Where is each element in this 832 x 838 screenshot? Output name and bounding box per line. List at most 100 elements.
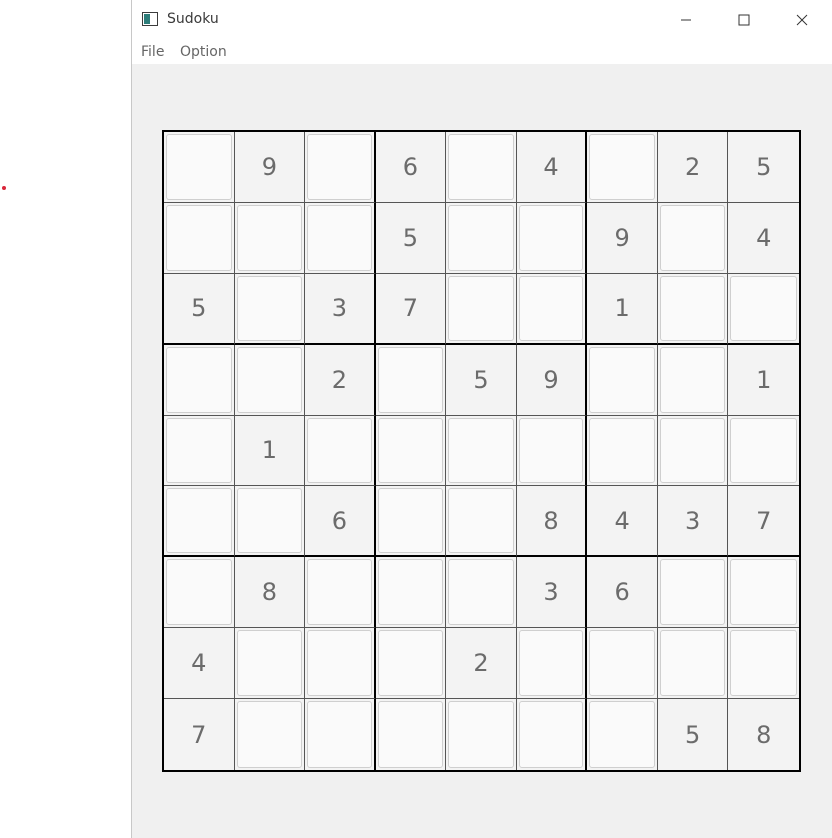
sudoku-cell[interactable] xyxy=(587,415,658,487)
sudoku-cell[interactable] xyxy=(164,486,235,558)
sudoku-cell[interactable] xyxy=(516,202,588,274)
sudoku-cell[interactable]: 5 xyxy=(164,273,235,345)
sudoku-cell[interactable] xyxy=(657,344,729,416)
sudoku-cell[interactable] xyxy=(234,344,306,416)
sudoku-cell[interactable] xyxy=(375,486,447,558)
desktop: Sudoku File Option 964255 9 4 5 3 7 1 2 … xyxy=(0,0,832,838)
sudoku-cell[interactable]: 9 xyxy=(587,202,658,274)
sudoku-cell[interactable] xyxy=(728,273,799,345)
minimize-button[interactable] xyxy=(663,0,709,40)
sudoku-cell[interactable]: 9 xyxy=(234,132,306,203)
sudoku-cell[interactable] xyxy=(305,202,376,274)
sudoku-cell[interactable]: 8 xyxy=(516,486,588,558)
sudoku-cell[interactable] xyxy=(587,699,658,770)
sudoku-cell[interactable]: 5 xyxy=(446,344,517,416)
sudoku-cell[interactable]: 1 xyxy=(587,273,658,345)
sudoku-cell[interactable]: 2 xyxy=(446,628,517,700)
sudoku-cell[interactable]: 1 xyxy=(234,415,306,487)
cell-value: 5 xyxy=(685,720,701,749)
sudoku-cell[interactable]: 1 xyxy=(728,344,799,416)
sudoku-cell[interactable] xyxy=(375,628,447,700)
sudoku-cell[interactable]: 9 xyxy=(516,344,588,416)
sudoku-cell[interactable]: 4 xyxy=(587,486,658,558)
sudoku-cell[interactable] xyxy=(446,486,517,558)
menu-file[interactable]: File xyxy=(141,44,164,60)
sudoku-cell[interactable] xyxy=(657,628,729,700)
sudoku-cell[interactable]: 6 xyxy=(305,486,376,558)
cell-value: 3 xyxy=(331,294,348,323)
sudoku-cell[interactable] xyxy=(234,699,306,770)
sudoku-cell[interactable] xyxy=(305,415,376,487)
sudoku-cell[interactable] xyxy=(375,557,447,629)
sudoku-cell[interactable]: 3 xyxy=(657,486,729,558)
sudoku-cell[interactable] xyxy=(587,628,658,700)
sudoku-cell[interactable] xyxy=(375,344,447,416)
sudoku-cell[interactable] xyxy=(234,273,306,345)
sudoku-cell[interactable]: 4 xyxy=(728,202,799,274)
sudoku-cell[interactable] xyxy=(728,415,799,487)
sudoku-cell[interactable]: 8 xyxy=(234,557,306,629)
sudoku-cell[interactable]: 3 xyxy=(516,557,588,629)
sudoku-cell[interactable] xyxy=(234,628,306,700)
sudoku-cell[interactable] xyxy=(164,202,235,274)
sudoku-cell[interactable] xyxy=(164,557,235,629)
sudoku-cell[interactable] xyxy=(305,699,376,770)
sudoku-cell[interactable] xyxy=(234,202,306,274)
sudoku-cell[interactable]: 6 xyxy=(375,132,447,203)
title-bar[interactable]: Sudoku xyxy=(132,0,832,40)
window-title: Sudoku xyxy=(167,11,219,27)
cell-value: 4 xyxy=(191,649,207,678)
cell-value: 6 xyxy=(402,152,419,181)
sudoku-cell[interactable] xyxy=(446,273,517,345)
sudoku-cell[interactable]: 2 xyxy=(305,344,376,416)
sudoku-cell[interactable] xyxy=(516,415,588,487)
sudoku-cell[interactable]: 2 xyxy=(657,132,729,203)
sudoku-cell[interactable] xyxy=(657,273,729,345)
sudoku-cell[interactable]: 3 xyxy=(305,273,376,345)
cell-value: 1 xyxy=(756,365,772,394)
sudoku-cell[interactable] xyxy=(164,344,235,416)
sudoku-cell[interactable]: 8 xyxy=(728,699,799,770)
sudoku-cell[interactable]: 5 xyxy=(657,699,729,770)
sudoku-cell[interactable]: 7 xyxy=(375,273,447,345)
sudoku-cell[interactable] xyxy=(305,132,376,203)
sudoku-cell[interactable] xyxy=(587,344,658,416)
sudoku-cell[interactable] xyxy=(657,415,729,487)
sudoku-cell[interactable] xyxy=(657,202,729,274)
close-button[interactable] xyxy=(779,0,825,40)
sudoku-cell[interactable]: 4 xyxy=(164,628,235,700)
sudoku-cell[interactable] xyxy=(446,415,517,487)
sudoku-cell[interactable] xyxy=(446,202,517,274)
cell-value: 2 xyxy=(473,649,489,678)
sudoku-cell[interactable]: 5 xyxy=(375,202,447,274)
menu-option[interactable]: Option xyxy=(180,44,227,60)
sudoku-cell[interactable]: 7 xyxy=(728,486,799,558)
sudoku-cell[interactable] xyxy=(446,699,517,770)
sudoku-cell[interactable] xyxy=(164,415,235,487)
sudoku-cell[interactable] xyxy=(305,628,376,700)
sudoku-cell[interactable] xyxy=(446,557,517,629)
sudoku-cell[interactable]: 4 xyxy=(516,132,588,203)
sudoku-cell[interactable]: 7 xyxy=(164,699,235,770)
sudoku-cell[interactable] xyxy=(516,273,588,345)
sudoku-cell[interactable] xyxy=(234,486,306,558)
minimize-icon xyxy=(681,19,691,21)
sudoku-cell[interactable] xyxy=(728,557,799,629)
sudoku-cell[interactable] xyxy=(516,699,588,770)
cell-value: 8 xyxy=(543,506,559,535)
sudoku-cell[interactable]: 5 xyxy=(728,132,799,203)
sudoku-cell[interactable] xyxy=(375,699,447,770)
sudoku-cell[interactable] xyxy=(164,132,235,203)
cell-value: 5 xyxy=(756,152,772,181)
maximize-button[interactable] xyxy=(721,0,767,40)
cell-value: 1 xyxy=(261,436,277,465)
sudoku-cell[interactable] xyxy=(305,557,376,629)
sudoku-cell[interactable] xyxy=(728,628,799,700)
sudoku-cell[interactable]: 6 xyxy=(587,557,658,629)
sudoku-cell[interactable] xyxy=(587,132,658,203)
sudoku-cell[interactable] xyxy=(446,132,517,203)
cell-value: 4 xyxy=(543,152,559,181)
sudoku-cell[interactable] xyxy=(516,628,588,700)
sudoku-cell[interactable] xyxy=(657,557,729,629)
sudoku-cell[interactable] xyxy=(375,415,447,487)
